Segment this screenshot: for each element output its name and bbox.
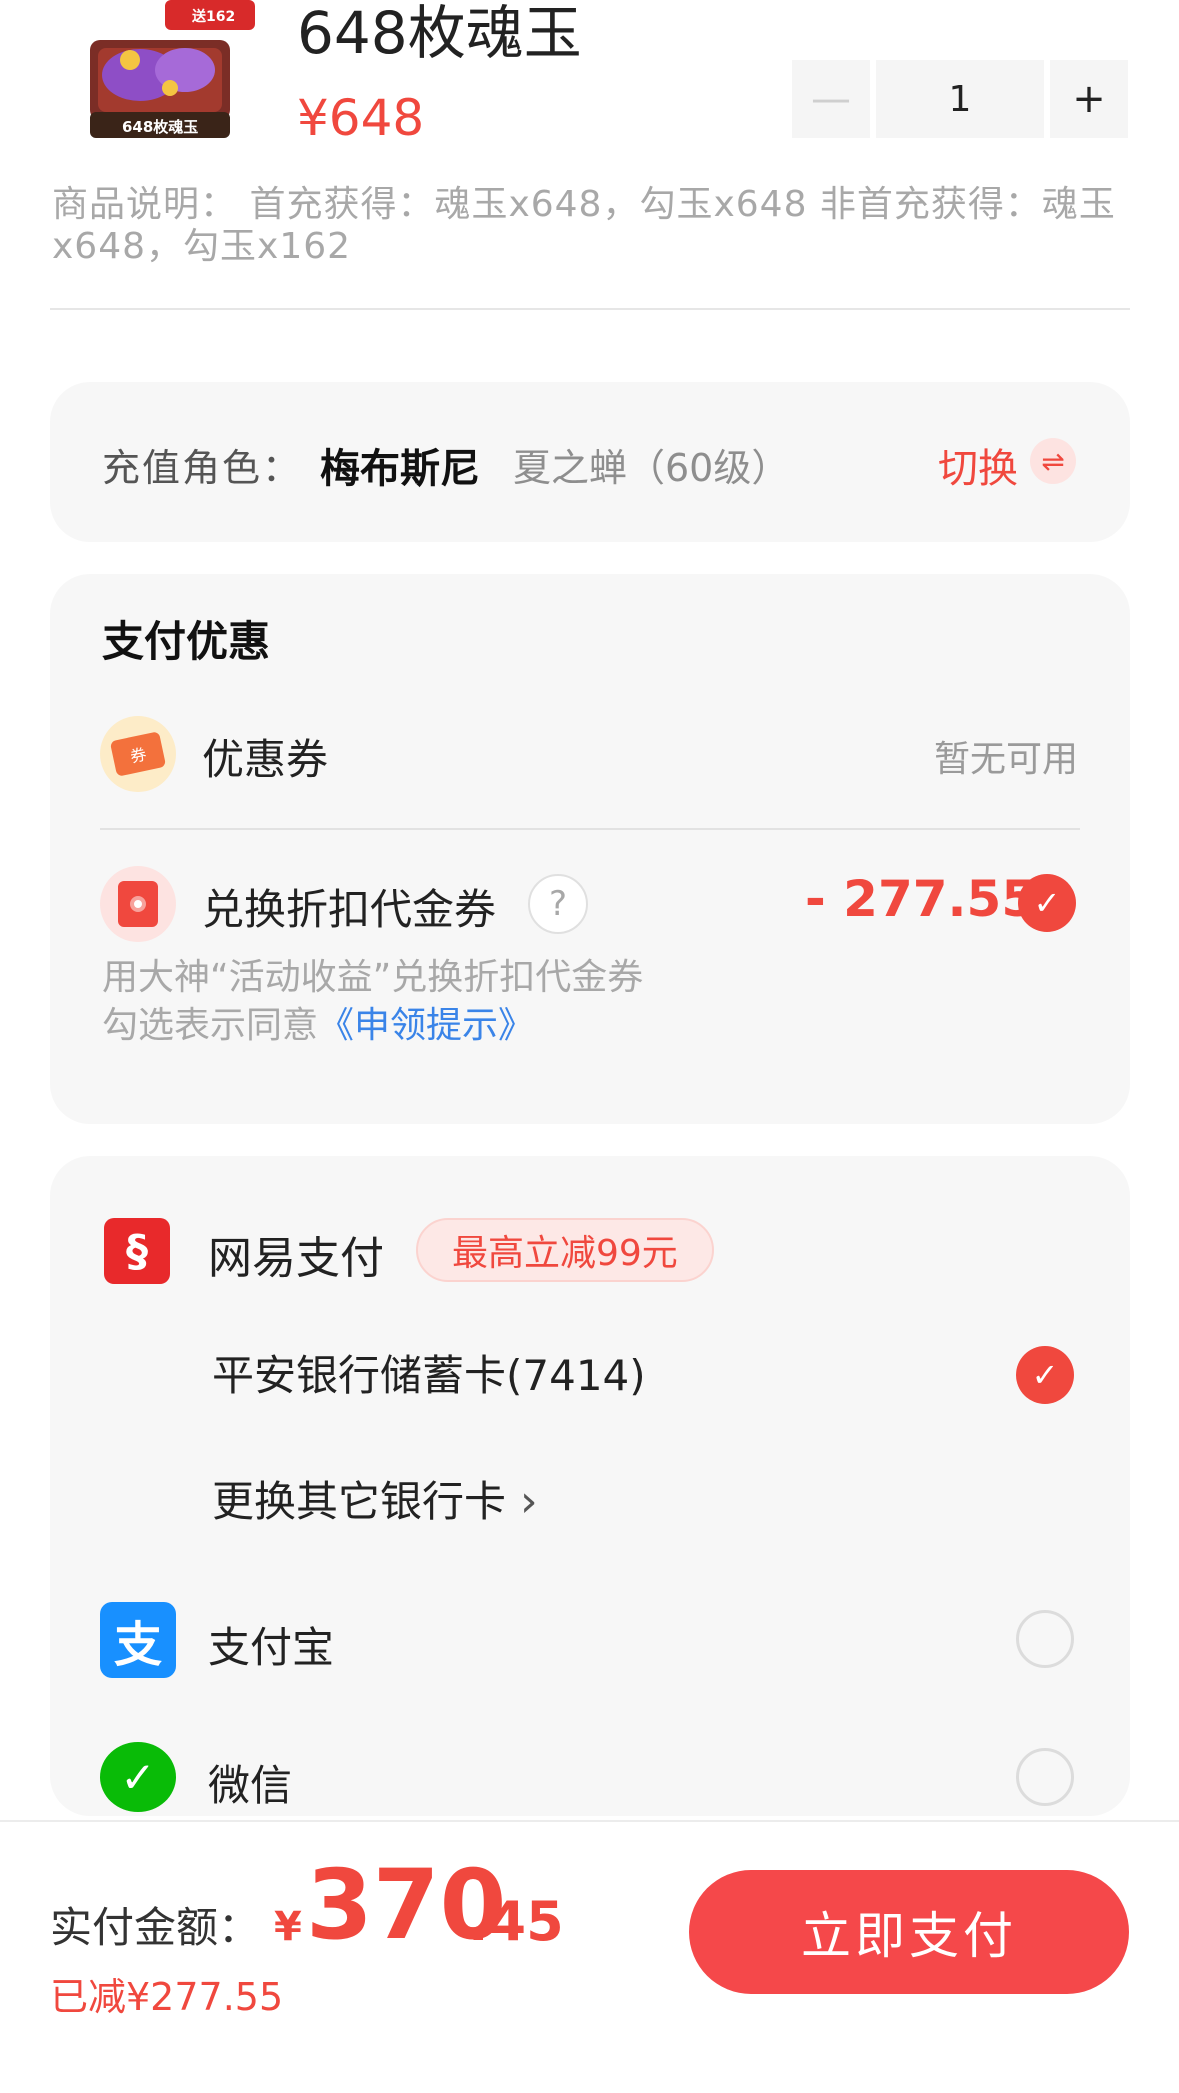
alipay-icon: 支: [100, 1602, 176, 1678]
wechat-option[interactable]: 微信: [208, 1752, 292, 1813]
coupon-label[interactable]: 优惠券: [202, 726, 328, 787]
product-description: 商品说明： 首充获得：魂玉x648，勾玉x648 非首充获得：魂玉x648，勾玉…: [52, 184, 1116, 267]
swap-icon[interactable]: ⇌: [1030, 438, 1076, 484]
role-label: 充值角色：: [102, 446, 303, 490]
coupon-icon: 券: [100, 716, 176, 792]
currency-symbol: ¥: [274, 1904, 302, 1950]
role-server: 夏之蝉（60级）: [513, 446, 790, 490]
change-bank-card-link[interactable]: 更换其它银行卡 ›: [212, 1468, 538, 1529]
discount-badge: 最高立减99元: [416, 1218, 714, 1282]
saved-amount: 已减¥277.55: [50, 1975, 284, 2019]
redeem-note: 用大神“活动收益”兑换折扣代金券 勾选表示同意《申领提示》: [102, 957, 644, 1046]
netease-pay-label[interactable]: 网易支付: [208, 1222, 384, 1286]
recharge-role-card: 充值角色： 梅布斯尼 夏之蝉（60级） 切换 ⇌: [50, 382, 1130, 542]
claim-tips-link[interactable]: 《申领提示》: [318, 1005, 534, 1046]
redeem-voucher-label[interactable]: 兑换折扣代金券: [202, 876, 496, 937]
thumb-badge: 送162: [192, 9, 236, 25]
divider: [50, 308, 1130, 310]
alipay-radio[interactable]: [1016, 1610, 1074, 1668]
redeem-amount: - 277.55: [805, 870, 1037, 928]
payment-methods-card: § 网易支付 最高立减99元 平安银行储蓄卡(7414) ✓ 更换其它银行卡 › …: [50, 1156, 1130, 1816]
thumb-caption: 648枚魂玉: [122, 118, 199, 136]
product-price: ¥648: [297, 89, 425, 147]
bank-card-check[interactable]: ✓: [1016, 1346, 1074, 1404]
paid-amount-label: 实付金额：: [50, 1903, 261, 1952]
wechat-radio[interactable]: [1016, 1748, 1074, 1806]
chevron-right-icon: ›: [520, 1476, 538, 1527]
divider: [100, 828, 1080, 830]
coupon-status: 暂无可用: [933, 739, 1078, 780]
switch-role-button[interactable]: 切换: [938, 436, 1018, 494]
alipay-option[interactable]: 支付宝: [208, 1614, 334, 1675]
decrement-button[interactable]: —: [792, 60, 870, 138]
product-thumbnail: 送162 648枚魂玉: [70, 0, 255, 140]
role-name: 梅布斯尼: [320, 446, 480, 492]
paid-amount-decimal: .45: [468, 1890, 564, 1953]
wechat-icon: ✓: [100, 1742, 176, 1812]
netease-pay-icon: §: [104, 1218, 170, 1284]
redeem-checkbox[interactable]: ✓: [1018, 874, 1076, 932]
quantity-stepper: — 1 +: [792, 60, 1128, 138]
pay-now-button[interactable]: 立即支付: [689, 1870, 1129, 1994]
red-envelope-icon: [100, 866, 176, 942]
product-name: 648枚魂玉: [297, 0, 582, 67]
section-title: 支付优惠: [102, 617, 271, 666]
payment-discount-card: 支付优惠 券 优惠券 暂无可用 兑换折扣代金券 ? - 277.55 ✓ 用大神…: [50, 574, 1130, 1124]
checkout-bar: 实付金额： ¥ 370 .45 已减¥277.55 立即支付: [0, 1820, 1179, 2093]
increment-button[interactable]: +: [1050, 60, 1128, 138]
quantity-value[interactable]: 1: [876, 60, 1044, 138]
bank-card-option[interactable]: 平安银行储蓄卡(7414): [212, 1342, 646, 1403]
help-icon[interactable]: ?: [528, 874, 588, 934]
